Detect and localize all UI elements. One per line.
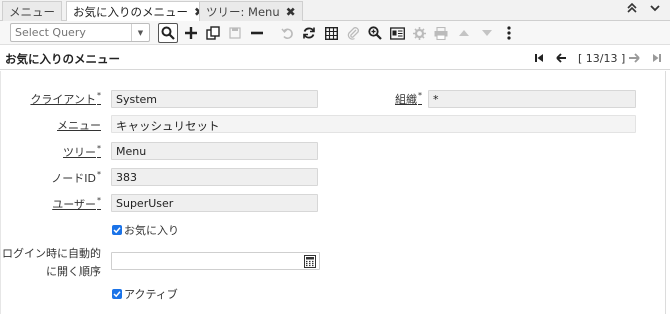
table-icon xyxy=(324,26,338,40)
tab-label: ツリー: Menu xyxy=(206,4,280,19)
print-icon xyxy=(434,26,448,40)
last-record-button[interactable] xyxy=(651,50,663,66)
previous-record-button[interactable] xyxy=(555,50,567,66)
detail-record-button[interactable] xyxy=(477,23,497,43)
favorite-label: お気に入り xyxy=(124,224,179,237)
zoom-in-icon xyxy=(368,26,382,40)
menu-field[interactable]: キャッシュリセット xyxy=(111,115,636,133)
chevron-down-icon[interactable]: ▼ xyxy=(131,24,149,41)
checkmark-icon[interactable] xyxy=(112,289,122,299)
copy-icon xyxy=(206,26,220,40)
first-page-icon xyxy=(535,54,543,62)
report-button[interactable] xyxy=(387,23,407,43)
record-counter: [ 13/13 ] xyxy=(578,52,626,65)
arrow-right-icon xyxy=(628,53,640,63)
user-field[interactable]: SuperUser xyxy=(111,194,318,212)
close-icon[interactable]: ✖ xyxy=(286,5,296,19)
undo-icon xyxy=(280,28,293,39)
save-button[interactable] xyxy=(225,23,245,43)
parent-record-button[interactable] xyxy=(454,23,474,43)
page-title: お気に入りのメニュー xyxy=(5,52,120,66)
checkmark-icon[interactable] xyxy=(112,225,122,235)
select-query-combobox[interactable]: ▼ xyxy=(10,23,150,42)
delete-button[interactable] xyxy=(247,23,267,43)
record-form: クライアント* System 組織* * メニュー キャッシュリセット ツリー*… xyxy=(0,71,666,314)
plus-icon xyxy=(185,27,197,39)
tab-tree-menu[interactable]: ツリー: Menu ✖ xyxy=(199,1,303,21)
minus-icon xyxy=(251,31,263,35)
refresh-icon xyxy=(303,27,315,39)
autoopen-field[interactable] xyxy=(111,252,320,270)
arrow-left-icon xyxy=(555,53,566,63)
tree-label[interactable]: ツリー* xyxy=(63,144,101,160)
org-label[interactable]: 組織* xyxy=(395,91,422,107)
tree-field[interactable]: Menu xyxy=(111,142,318,160)
search-button[interactable] xyxy=(158,23,178,43)
new-record-button[interactable] xyxy=(181,23,201,43)
id-card-icon xyxy=(389,26,405,40)
client-field[interactable]: System xyxy=(111,90,318,108)
zoom-button[interactable] xyxy=(365,23,385,43)
collapse-up-icon[interactable] xyxy=(627,2,637,16)
active-label: アクティブ xyxy=(124,288,178,301)
tab-favorite-menu[interactable]: お気に入りのメニュー ✖ xyxy=(66,1,212,22)
undo-button[interactable] xyxy=(277,23,297,43)
active-checkbox[interactable]: アクティブ xyxy=(112,286,178,302)
tab-menu[interactable]: メニュー xyxy=(2,1,62,21)
autoopen-label-line1: ログイン時に自動的 xyxy=(2,247,101,260)
client-label[interactable]: クライアント* xyxy=(30,91,101,107)
kebab-menu-icon xyxy=(507,26,511,40)
print-button[interactable] xyxy=(431,23,451,43)
process-button[interactable] xyxy=(409,23,429,43)
favorite-checkbox[interactable]: お気に入り xyxy=(112,222,179,238)
attachment-button[interactable] xyxy=(343,23,363,43)
node-id-label: ノードID* xyxy=(51,170,101,185)
refresh-button[interactable] xyxy=(299,23,319,43)
user-label[interactable]: ユーザー* xyxy=(52,196,101,212)
search-icon xyxy=(161,26,175,40)
autoopen-label-line2: に開く順序 xyxy=(46,265,101,278)
chevron-down-icon[interactable] xyxy=(650,3,660,16)
first-record-button[interactable] xyxy=(533,50,545,66)
more-options-button[interactable] xyxy=(499,23,519,43)
tab-label: お気に入りのメニュー xyxy=(73,5,188,19)
grid-toggle-button[interactable] xyxy=(321,23,341,43)
node-id-field[interactable]: 383 xyxy=(111,168,318,186)
chevron-up-icon xyxy=(459,30,469,36)
calculator-icon[interactable] xyxy=(303,254,317,268)
window-title-bar: お気に入りのメニュー [ 13/13 ] xyxy=(0,46,670,70)
menu-label[interactable]: メニュー xyxy=(57,117,101,133)
paperclip-icon xyxy=(347,26,359,40)
tab-label: メニュー xyxy=(9,4,55,19)
gear-icon xyxy=(412,26,426,40)
select-query-input[interactable] xyxy=(11,24,129,41)
toolbar: ▼ xyxy=(0,21,670,45)
org-field[interactable]: * xyxy=(428,90,636,108)
save-icon xyxy=(229,27,241,39)
copy-record-button[interactable] xyxy=(203,23,223,43)
chevron-down-icon xyxy=(482,30,492,36)
next-record-button[interactable] xyxy=(628,50,640,66)
window-tab-bar: メニュー お気に入りのメニュー ✖ ツリー: Menu ✖ xyxy=(0,0,670,22)
last-page-icon xyxy=(653,54,661,62)
